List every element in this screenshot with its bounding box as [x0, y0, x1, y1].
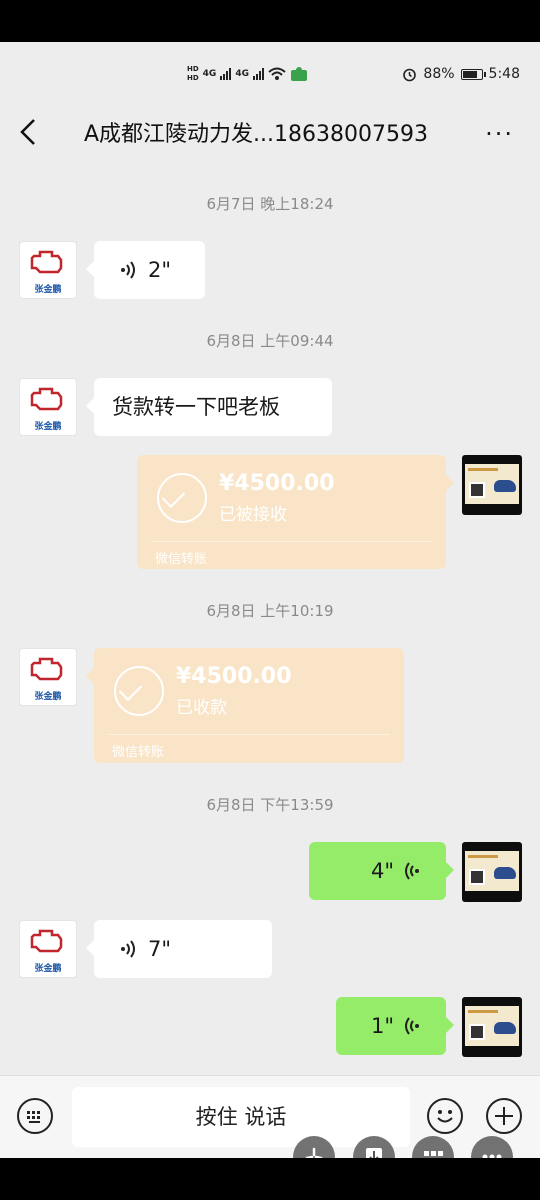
- more-options-icon[interactable]: ···: [485, 120, 514, 148]
- transfer-amount: ¥4500.00: [176, 664, 292, 689]
- timestamp: 6月8日 下午13:59: [206, 796, 334, 814]
- voice-wave-icon: [405, 1017, 419, 1035]
- voice-duration: 7": [148, 937, 172, 961]
- plus-icon[interactable]: [486, 1098, 522, 1134]
- engine-icon: [30, 250, 63, 274]
- clock: 5:48: [488, 66, 520, 82]
- back-arrow-icon[interactable]: [14, 114, 46, 150]
- contact-avatar[interactable]: 张金鹏: [19, 648, 77, 706]
- contact-avatar[interactable]: 张金鹏: [19, 241, 77, 299]
- transfer-status: 已收款: [176, 698, 227, 718]
- voice-message[interactable]: 2": [86, 241, 205, 299]
- engine-icon: [30, 657, 63, 681]
- voice-duration: 2": [148, 258, 172, 282]
- voice-duration: 1": [370, 1014, 394, 1038]
- voice-message[interactable]: 4": [309, 842, 454, 900]
- alarm-icon: [403, 68, 417, 81]
- transfer-message[interactable]: ¥4500.00 已收款 微信转账: [86, 648, 404, 763]
- network-type: 4G: [202, 69, 217, 79]
- transfer-footer: 微信转账: [112, 745, 165, 760]
- avatar-label: 张金鹏: [34, 285, 62, 295]
- voice-wave-icon: [121, 940, 135, 958]
- voice-duration: 4": [370, 859, 394, 883]
- status-bar: HD HD 4G 4G 88% 5:48: [0, 42, 540, 102]
- check-circle-icon: [114, 666, 164, 716]
- hd-label: HD: [187, 74, 199, 82]
- avatar-label: 张金鹏: [34, 964, 62, 974]
- network-indicators: HD HD 4G 4G: [187, 61, 308, 87]
- timestamp: 6月8日 上午09:44: [206, 332, 334, 350]
- battery-percent: 88%: [423, 66, 455, 82]
- app-notification-icon: [290, 67, 307, 81]
- signal-icon: [220, 68, 232, 80]
- top-black-bar: [0, 0, 540, 42]
- voice-message[interactable]: 7": [86, 920, 272, 978]
- chat-header: A成都江陵动力发...18638007593 ···: [0, 102, 540, 164]
- emoji-icon[interactable]: [427, 1098, 463, 1134]
- contact-avatar[interactable]: 张金鹏: [19, 920, 77, 978]
- signal-icon: [252, 68, 264, 80]
- transfer-message[interactable]: ¥4500.00 已被接收 微信转账: [137, 455, 454, 569]
- transfer-amount: ¥4500.00: [219, 471, 335, 496]
- wifi-icon: [268, 67, 286, 80]
- transfer-footer: 微信转账: [155, 552, 208, 567]
- voice-wave-icon: [405, 862, 419, 880]
- engine-icon: [30, 387, 63, 411]
- timestamp: 6月7日 晚上18:24: [206, 195, 334, 213]
- my-avatar[interactable]: [462, 455, 522, 515]
- keyboard-toggle-icon[interactable]: [17, 1098, 53, 1134]
- network-type: 4G: [235, 69, 249, 79]
- my-avatar[interactable]: [462, 842, 522, 902]
- timestamp: 6月8日 上午10:19: [206, 602, 334, 620]
- voice-wave-icon: [121, 261, 135, 279]
- input-bar: 按住 说话: [0, 1075, 540, 1158]
- check-circle-icon: [157, 473, 207, 523]
- avatar-label: 张金鹏: [34, 692, 62, 702]
- hd-label: HD: [187, 65, 199, 73]
- chat-title: A成都江陵动力发...18638007593: [84, 122, 428, 147]
- engine-icon: [30, 929, 63, 953]
- text-message[interactable]: 货款转一下吧老板: [86, 378, 332, 436]
- contact-avatar[interactable]: 张金鹏: [19, 378, 77, 436]
- battery-icon: [460, 68, 486, 80]
- voice-message[interactable]: 1": [336, 997, 454, 1055]
- my-avatar[interactable]: [462, 997, 522, 1057]
- avatar-label: 张金鹏: [34, 422, 62, 432]
- bottom-black-bar: [0, 1158, 540, 1200]
- transfer-status: 已被接收: [219, 505, 287, 525]
